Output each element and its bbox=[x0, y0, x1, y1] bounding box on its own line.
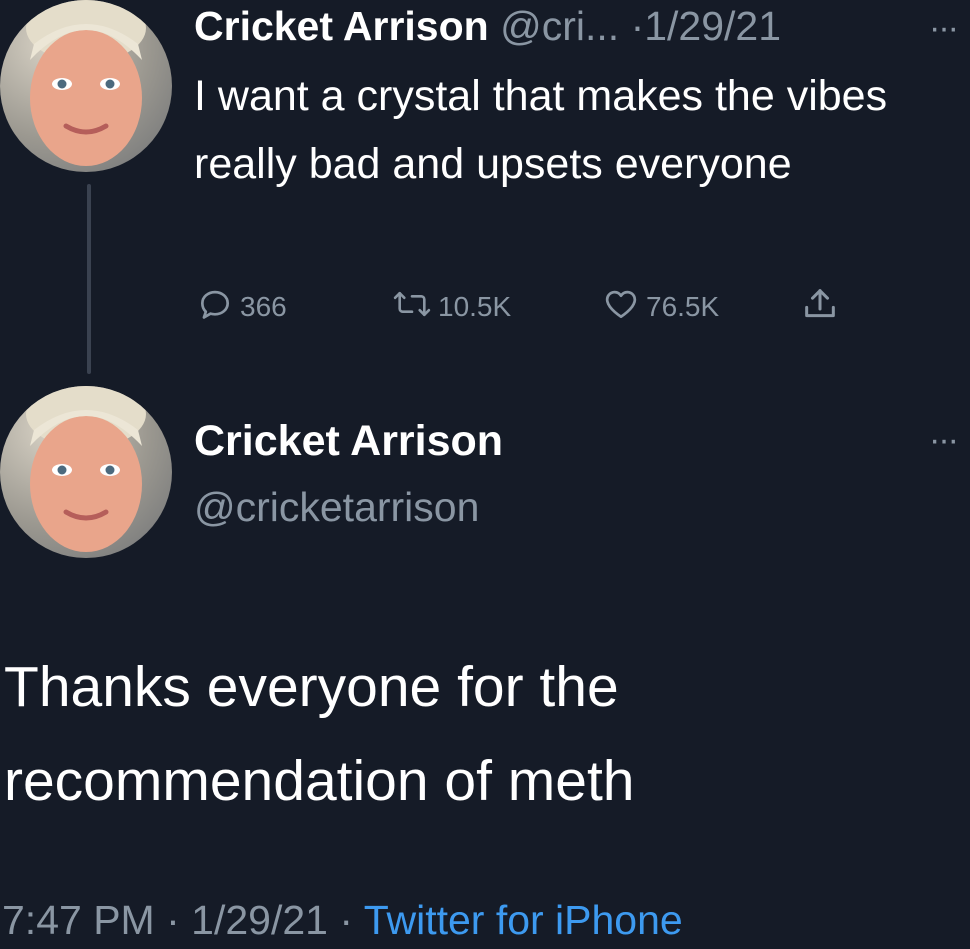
tweet-date[interactable]: 1/29/21 bbox=[191, 897, 328, 943]
reply-button[interactable]: 366 bbox=[196, 284, 287, 330]
more-options-icon[interactable]: ··· bbox=[929, 11, 959, 45]
handle[interactable]: @cri... bbox=[500, 3, 619, 49]
share-icon bbox=[800, 284, 846, 331]
tweet-source-link[interactable]: Twitter for iPhone bbox=[364, 897, 683, 943]
avatar[interactable] bbox=[0, 0, 172, 172]
reply-icon bbox=[196, 285, 240, 330]
more-options-icon[interactable]: ··· bbox=[929, 423, 959, 457]
tweet-header: Cricket Arrison @cri... ·1/29/21 bbox=[194, 2, 781, 50]
handle[interactable]: @cricketarrison bbox=[194, 482, 479, 532]
reply-count: 366 bbox=[240, 291, 287, 322]
tweet-meta: 7:47 PM · 1/29/21 · Twitter for iPhone bbox=[2, 892, 683, 948]
like-button[interactable]: 76.5K bbox=[602, 284, 719, 330]
retweet-count: 10.5K bbox=[438, 291, 512, 322]
tweet-time[interactable]: 7:47 PM bbox=[2, 897, 155, 943]
separator: · bbox=[339, 897, 354, 943]
tweet-text: Thanks everyone for the recommendation o… bbox=[4, 655, 635, 813]
share-button[interactable] bbox=[800, 284, 846, 330]
separator: · bbox=[630, 3, 645, 49]
retweet-icon bbox=[392, 285, 438, 330]
like-count: 76.5K bbox=[646, 291, 720, 322]
separator: · bbox=[166, 897, 180, 943]
tweet-text: I want a crystal that makes the vibes re… bbox=[194, 72, 888, 188]
avatar[interactable] bbox=[0, 386, 172, 558]
retweet-button[interactable]: 10.5K bbox=[392, 284, 511, 330]
thread-connector-line bbox=[87, 184, 91, 374]
tweet-actions: 366 10.5K 76.5K bbox=[194, 284, 874, 330]
display-name[interactable]: Cricket Arrison bbox=[194, 416, 503, 466]
display-name[interactable]: Cricket Arrison bbox=[194, 3, 489, 49]
tweet-date[interactable]: 1/29/21 bbox=[644, 3, 781, 49]
like-icon bbox=[602, 285, 646, 330]
